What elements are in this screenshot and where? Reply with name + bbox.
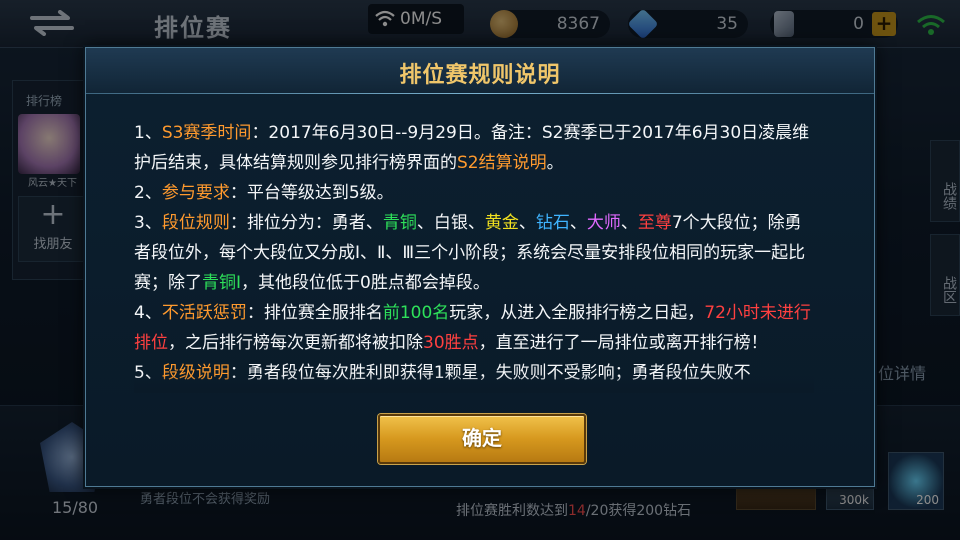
rule-2-text: ：平台等级达到5级。 [229,183,394,203]
rule-4-text-4: ，直至进行了一局排位或离开排行榜！ [478,333,768,353]
rule-3-text-3: 、 [518,213,536,233]
rule-1-num: 1、 [134,123,162,143]
rule-4-text-1: ：排位赛全服排名 [246,303,383,323]
rule-1-label: S3赛季时间 [161,123,252,143]
top-100: 前100名 [382,303,450,323]
scroll-fade [134,375,814,393]
rule-3-text-2: 、白银、 [416,213,485,233]
dialog-header: 排位赛规则说明 [86,48,874,94]
rule-3-text-5: 、 [620,213,638,233]
tier-bronze: 青铜 [382,213,417,233]
rule-3: 3、段位规则：排位分为：勇者、青铜、白银、黄金、钻石、大师、至尊7个大段位；除勇… [134,208,814,298]
tier-bronze-1: 青铜Ⅰ [202,273,242,293]
rule-3-text-1: ：排位分为：勇者、 [229,213,383,233]
rule-4-text-2: 玩家，从进入全服排行榜之日起， [449,303,705,323]
rules-text[interactable]: 1、S3赛季时间：2017年6月30日--9月29日。备注：S2赛季已于2017… [134,118,814,393]
rule-3-text-7: ，其他段位低于0胜点都会掉段。 [241,273,490,293]
rule-3-text-4: 、 [569,213,587,233]
tier-master: 大师 [586,213,621,233]
rule-2-label: 参与要求 [161,183,230,203]
rule-4: 4、不活跃惩罚：排位赛全服排名前100名玩家，从进入全服排行榜之日起，72小时未… [134,298,814,358]
penalty-points: 30胜点 [423,333,479,353]
confirm-button[interactable]: 确定 [378,414,586,464]
rule-1: 1、S3赛季时间：2017年6月30日--9月29日。备注：S2赛季已于2017… [134,118,814,178]
rules-dialog: 排位赛规则说明 1、S3赛季时间：2017年6月30日--9月29日。备注：S2… [85,47,875,487]
tier-gold: 黄金 [484,213,519,233]
rule-4-num: 4、 [134,303,162,323]
rule-3-num: 3、 [134,213,162,233]
rule-4-label: 不活跃惩罚 [161,303,247,323]
rule-4-text-3: ，之后排行榜每次更新都将被扣除 [168,333,423,353]
dialog-title: 排位赛规则说明 [399,63,561,88]
tier-diamond: 钻石 [535,213,570,233]
s2-settlement-link[interactable]: S2结算说明 [457,153,547,173]
rule-2-num: 2、 [134,183,162,203]
rule-2: 2、参与要求：平台等级达到5级。 [134,178,814,208]
rule-1-end: 。 [546,153,564,173]
rule-3-label: 段位规则 [161,213,230,233]
tier-supreme: 至尊 [637,213,672,233]
